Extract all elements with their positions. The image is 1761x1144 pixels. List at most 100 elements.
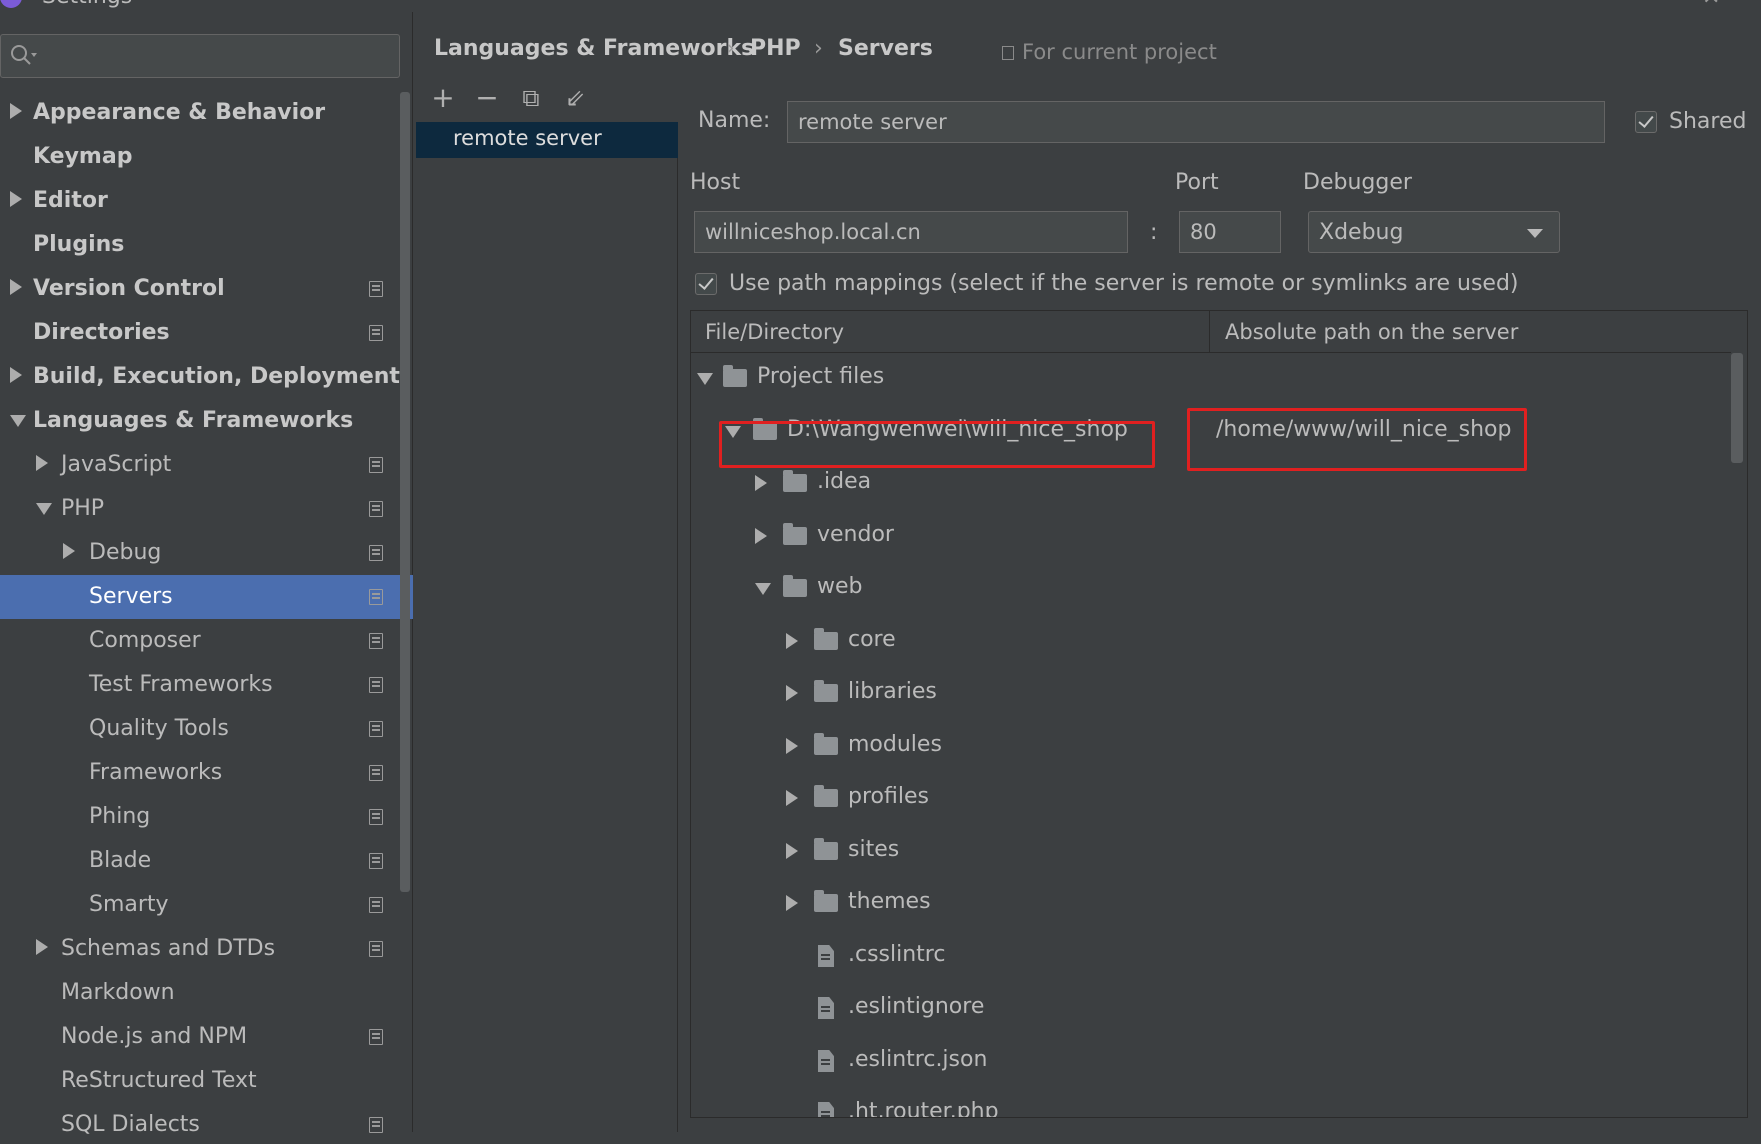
breadcrumb-separator: › (814, 36, 823, 61)
table-row[interactable]: sites (691, 830, 1731, 874)
table-row[interactable]: .eslintrc.json (691, 1040, 1731, 1084)
copy-server-button[interactable]: ⧉ (516, 84, 546, 114)
file-icon (818, 997, 834, 1019)
shared-label: Shared (1669, 109, 1747, 134)
sidebar-item[interactable]: Node.js and NPM (0, 1015, 413, 1059)
column-header-file[interactable]: File/Directory (705, 320, 844, 344)
table-row[interactable]: core (691, 620, 1731, 664)
sidebar-item[interactable]: Build, Execution, Deployment (0, 355, 413, 399)
chevron-right-icon[interactable] (755, 528, 767, 544)
close-icon[interactable]: ✕ (1702, 0, 1720, 9)
sidebar-item[interactable]: SQL Dialects (0, 1103, 413, 1144)
chevron-right-icon[interactable] (755, 475, 767, 491)
sidebar-item-label: Frameworks (89, 760, 223, 785)
sidebar-item[interactable]: Keymap (0, 135, 413, 179)
chevron-right-icon[interactable] (786, 895, 798, 911)
import-server-button[interactable]: ⇙ (560, 84, 590, 114)
sidebar-item[interactable]: Smarty (0, 883, 413, 927)
chevron-right-icon[interactable] (786, 738, 798, 754)
search-icon (11, 45, 37, 65)
remove-server-button[interactable]: − (472, 84, 502, 114)
breadcrumb-item-php[interactable]: PHP (750, 36, 801, 61)
sidebar-item[interactable]: Editor (0, 179, 413, 223)
table-row[interactable]: libraries (691, 672, 1731, 716)
sidebar-item-label: Schemas and DTDs (61, 936, 276, 961)
folder-icon (814, 890, 838, 912)
sidebar-item[interactable]: Markdown (0, 971, 413, 1015)
sidebar-item[interactable]: Quality Tools (0, 707, 413, 751)
table-row[interactable]: vendor (691, 515, 1731, 559)
search-input[interactable] (41, 41, 391, 71)
sidebar-item[interactable]: Test Frameworks (0, 663, 413, 707)
chevron-right-icon[interactable] (786, 685, 798, 701)
chevron-right-icon[interactable] (786, 843, 798, 859)
sidebar-item-label: Editor (33, 188, 108, 213)
sidebar-item[interactable]: Blade (0, 839, 413, 883)
folder-icon (814, 733, 838, 755)
table-row[interactable]: themes (691, 882, 1731, 926)
chevron-right-icon[interactable] (36, 939, 48, 955)
host-field[interactable] (694, 211, 1128, 253)
shared-checkbox[interactable] (1635, 111, 1657, 133)
sidebar-item[interactable]: JavaScript (0, 443, 413, 487)
sidebar-item[interactable]: Phing (0, 795, 413, 839)
host-label: Host (690, 170, 741, 195)
sidebar-item-label: PHP (61, 496, 105, 521)
sidebar-item[interactable]: Languages & Frameworks (0, 399, 413, 443)
name-field[interactable] (787, 101, 1605, 143)
file-path-label: themes (848, 889, 931, 914)
sidebar-scrollbar[interactable] (400, 92, 410, 892)
sidebar-item[interactable]: Debug (0, 531, 413, 575)
chevron-right-icon[interactable] (10, 191, 22, 207)
chevron-right-icon[interactable] (63, 543, 75, 559)
search-box[interactable] (0, 34, 400, 78)
server-list-item[interactable]: remote server (416, 122, 678, 158)
project-scope-icon (369, 589, 383, 605)
sidebar-item-label: Quality Tools (89, 716, 229, 741)
breadcrumb-item-languages[interactable]: Languages & Frameworks (434, 36, 754, 61)
sidebar-item[interactable]: ReStructured Text (0, 1059, 413, 1103)
table-row[interactable]: profiles (691, 777, 1731, 821)
chevron-right-icon[interactable] (786, 790, 798, 806)
project-scope-icon (369, 1117, 383, 1133)
chevron-down-icon[interactable] (36, 503, 52, 515)
chevron-right-icon[interactable] (786, 633, 798, 649)
sidebar-item[interactable]: Frameworks (0, 751, 413, 795)
project-scope-icon (369, 545, 383, 561)
breadcrumb-item-servers[interactable]: Servers (838, 36, 933, 61)
port-separator: : (1150, 220, 1158, 245)
chevron-down-icon[interactable] (697, 373, 713, 385)
chevron-right-icon[interactable] (10, 367, 22, 383)
chevron-down-icon[interactable] (10, 415, 26, 427)
sidebar-item-label: Appearance & Behavior (33, 100, 326, 125)
debugger-select[interactable]: Xdebug (1308, 211, 1560, 253)
table-row[interactable]: modules (691, 725, 1731, 769)
sidebar-item[interactable]: Composer (0, 619, 413, 663)
project-scope-icon (369, 281, 383, 297)
table-row[interactable]: .csslintrc (691, 935, 1731, 979)
highlight-local-path (719, 421, 1155, 468)
sidebar-item[interactable]: Plugins (0, 223, 413, 267)
table-row[interactable]: Project files (691, 357, 1731, 401)
table-row[interactable]: .ht.router.php (691, 1092, 1731, 1117)
column-divider[interactable] (1209, 311, 1210, 353)
sidebar-item[interactable]: Version Control (0, 267, 413, 311)
table-scrollbar[interactable] (1731, 353, 1743, 463)
chevron-right-icon[interactable] (10, 103, 22, 119)
chevron-down-icon[interactable] (755, 583, 771, 595)
sidebar-item[interactable]: Directories (0, 311, 413, 355)
port-field[interactable] (1179, 211, 1281, 253)
sidebar-item[interactable]: PHP (0, 487, 413, 531)
sidebar-item[interactable]: Appearance & Behavior (0, 91, 413, 135)
column-header-server-path[interactable]: Absolute path on the server (1225, 320, 1518, 344)
chevron-right-icon[interactable] (10, 279, 22, 295)
use-path-mappings-checkbox[interactable] (695, 273, 717, 295)
folder-icon (814, 785, 838, 807)
add-server-button[interactable]: + (428, 84, 458, 114)
table-row[interactable]: web (691, 567, 1731, 611)
chevron-right-icon[interactable] (36, 455, 48, 471)
sidebar-item[interactable]: Schemas and DTDs (0, 927, 413, 971)
table-row[interactable]: .eslintignore (691, 987, 1731, 1031)
breadcrumb-separator: › (726, 36, 735, 61)
sidebar-item[interactable]: Servers (0, 575, 413, 619)
